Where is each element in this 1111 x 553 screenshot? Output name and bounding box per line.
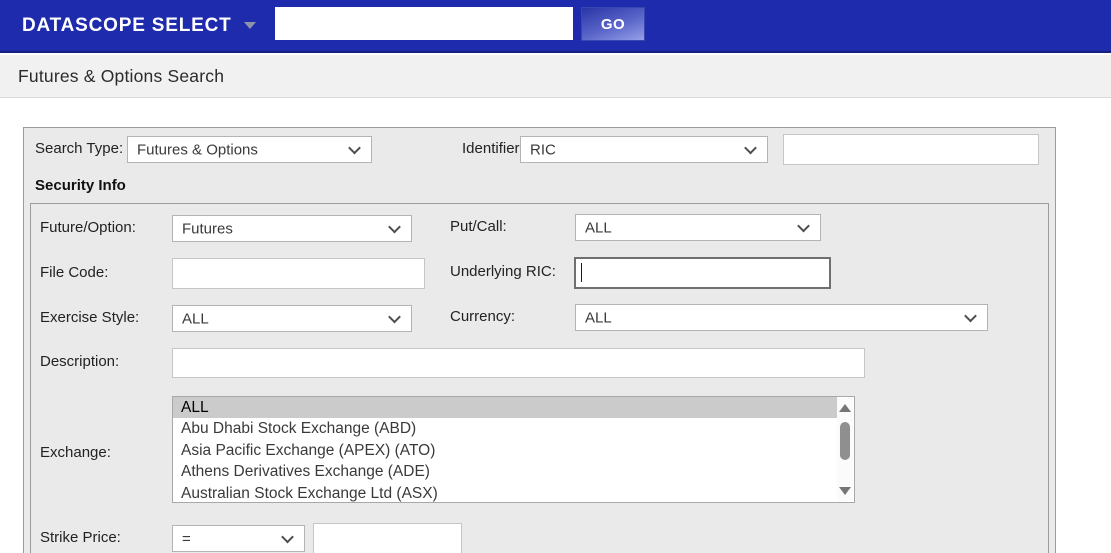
future-option-label: Future/Option: bbox=[40, 219, 136, 236]
security-info-heading: Security Info bbox=[35, 177, 126, 194]
description-label: Description: bbox=[40, 353, 120, 370]
exercise-style-value: ALL bbox=[182, 310, 209, 327]
global-search-input[interactable] bbox=[275, 7, 573, 40]
exchange-option[interactable]: ALL bbox=[173, 397, 837, 419]
strike-price-operator-select[interactable]: = bbox=[172, 525, 305, 552]
app-window: DATASCOPE SELECT GO Futures & Options Se… bbox=[0, 0, 1111, 553]
underlying-ric-label: Underlying RIC: bbox=[450, 263, 556, 280]
put-call-value: ALL bbox=[585, 219, 612, 236]
page-header: Futures & Options Search bbox=[0, 55, 1111, 98]
file-code-input[interactable] bbox=[172, 258, 425, 289]
chevron-down-icon bbox=[388, 220, 401, 233]
exercise-style-select[interactable]: ALL bbox=[172, 305, 412, 332]
description-input[interactable] bbox=[172, 348, 865, 378]
strike-price-operator-value: = bbox=[182, 530, 191, 547]
scroll-up-icon[interactable] bbox=[839, 404, 851, 412]
top-navbar: DATASCOPE SELECT GO bbox=[0, 0, 1111, 53]
page-title: Futures & Options Search bbox=[18, 66, 225, 86]
chevron-down-icon bbox=[243, 22, 256, 29]
strike-price-input[interactable] bbox=[313, 523, 462, 553]
chevron-down-icon bbox=[797, 219, 810, 232]
go-button[interactable]: GO bbox=[581, 7, 645, 41]
currency-value: ALL bbox=[585, 309, 612, 326]
exchange-option[interactable]: Australian Stock Exchange Ltd (ASX) bbox=[173, 483, 837, 502]
identifier-value: RIC bbox=[530, 141, 556, 158]
put-call-select[interactable]: ALL bbox=[575, 214, 821, 241]
chevron-down-icon bbox=[348, 141, 361, 154]
exchange-option[interactable]: Asia Pacific Exchange (APEX) (ATO) bbox=[173, 440, 837, 461]
exchange-listbox[interactable]: ALL Abu Dhabi Stock Exchange (ABD) Asia Pa… bbox=[172, 396, 855, 503]
chevron-down-icon bbox=[964, 309, 977, 322]
identifier-select[interactable]: RIC bbox=[520, 136, 768, 163]
exchange-scrollbar[interactable] bbox=[837, 398, 853, 501]
identifier-input[interactable] bbox=[783, 134, 1039, 165]
underlying-ric-input[interactable] bbox=[574, 257, 831, 289]
exchange-label: Exchange: bbox=[40, 444, 111, 461]
identifier-label: Identifier: bbox=[462, 140, 524, 157]
search-type-label: Search Type: bbox=[35, 140, 124, 157]
text-cursor bbox=[581, 263, 582, 282]
scroll-down-icon[interactable] bbox=[839, 487, 851, 495]
app-logo-menu[interactable]: DATASCOPE SELECT bbox=[22, 0, 256, 51]
exchange-option[interactable]: Abu Dhabi Stock Exchange (ABD) bbox=[173, 418, 837, 439]
strike-price-label: Strike Price: bbox=[40, 529, 121, 546]
search-type-value: Futures & Options bbox=[137, 141, 258, 158]
scrollbar-thumb[interactable] bbox=[840, 422, 850, 460]
exchange-option[interactable]: Athens Derivatives Exchange (ADE) bbox=[173, 461, 837, 482]
put-call-label: Put/Call: bbox=[450, 218, 507, 235]
future-option-select[interactable]: Futures bbox=[172, 215, 412, 242]
search-type-select[interactable]: Futures & Options bbox=[127, 136, 372, 163]
file-code-label: File Code: bbox=[40, 264, 109, 281]
chevron-down-icon bbox=[281, 530, 294, 543]
app-logo-text: DATASCOPE SELECT bbox=[22, 14, 232, 36]
exercise-style-label: Exercise Style: bbox=[40, 309, 140, 326]
currency-select[interactable]: ALL bbox=[575, 304, 988, 331]
currency-label: Currency: bbox=[450, 308, 516, 325]
exchange-options: ALL Abu Dhabi Stock Exchange (ABD) Asia Pa… bbox=[173, 397, 837, 502]
chevron-down-icon bbox=[388, 310, 401, 323]
chevron-down-icon bbox=[744, 141, 757, 154]
future-option-value: Futures bbox=[182, 220, 233, 237]
